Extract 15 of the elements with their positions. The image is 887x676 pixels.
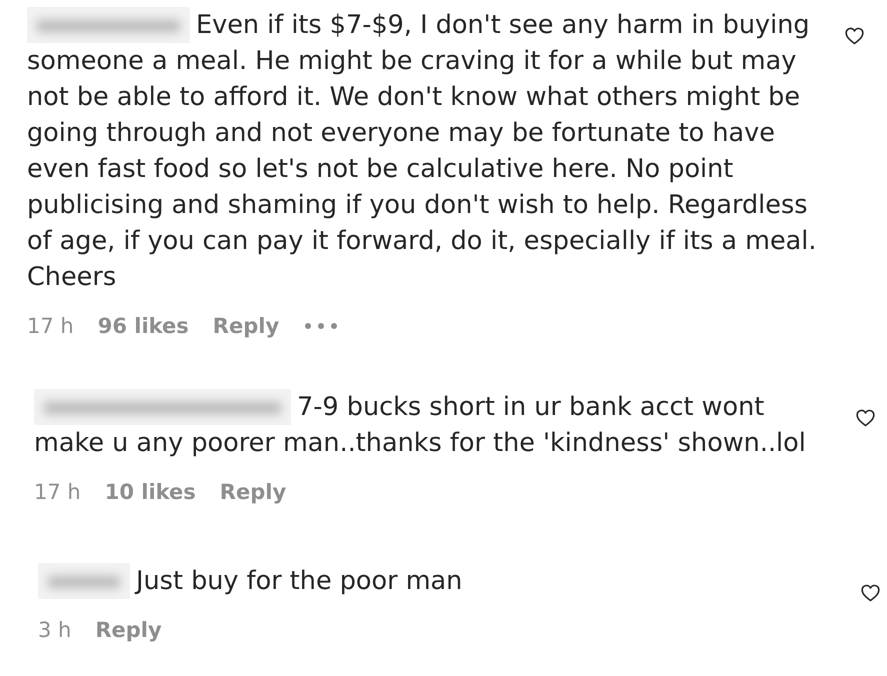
- comment-time: 3 h: [38, 617, 72, 644]
- heart-icon[interactable]: [856, 409, 875, 427]
- likes-count[interactable]: 10 likes: [104, 477, 196, 507]
- likes-count[interactable]: 96 likes: [98, 311, 189, 341]
- comment-text: Just buy for the poor man: [38, 563, 462, 599]
- comment-text: 7-9 bucks short in ur bank acct wont make u any poorer man..thanks for the 'kindness' shown..lol: [34, 389, 834, 461]
- more-icon[interactable]: [305, 323, 338, 329]
- comment-time: 17 h: [27, 313, 74, 340]
- comment-text: Even if its $7-$9, I don't see any harm in buying someone a meal. He might be craving it for a while but may not be able to afford it. We don't know what others might be going through and not everyone may be fortunate to have even fast food so let's not be calculative here. No point publicising and shaming if you don't wish to help. Regardless of age, if you can pay it forward, do it, especially if its a meal. Cheers: [27, 7, 827, 295]
- heart-icon[interactable]: [861, 584, 880, 602]
- reply-button[interactable]: Reply: [220, 477, 286, 507]
- comment-time: 17 h: [34, 479, 81, 506]
- reply-button[interactable]: Reply: [212, 311, 280, 341]
- reply-button[interactable]: Reply: [95, 615, 162, 645]
- heart-icon[interactable]: [845, 27, 864, 45]
